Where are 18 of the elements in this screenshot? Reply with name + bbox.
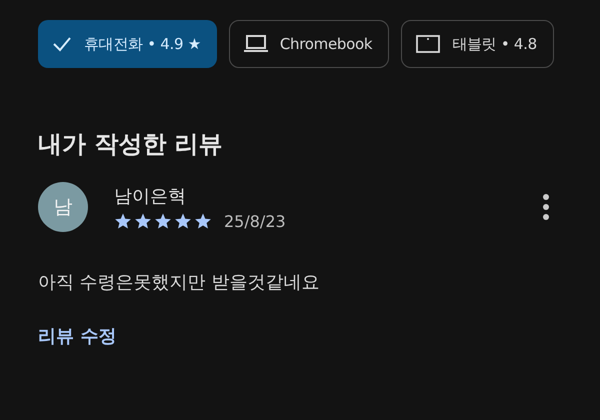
star-icon: [154, 212, 172, 230]
author-name: 남이은혁: [114, 184, 187, 208]
review-text: 아직 수령은못했지만 받을것같네요: [38, 271, 320, 294]
tablet-icon: [416, 35, 440, 53]
device-chip[interactable]: Chromebook: [228, 20, 390, 68]
edit-review-link[interactable]: 리뷰 수정: [38, 324, 116, 348]
star-icon: [174, 212, 192, 230]
avatar: 남: [38, 182, 88, 232]
device-chip[interactable]: 휴대전화 • 4.9 ★: [38, 20, 217, 68]
star-icon: [194, 212, 212, 230]
star-icon: [114, 212, 132, 230]
star-icon: [134, 212, 152, 230]
section-title: 내가 작성한 리뷰: [38, 129, 224, 160]
device-chip[interactable]: 태블릿 • 4.8: [401, 20, 554, 68]
review-date: 25/8/23: [224, 212, 286, 230]
laptop-icon: [244, 35, 268, 53]
more-icon[interactable]: [542, 194, 550, 220]
check-icon: [52, 36, 72, 52]
